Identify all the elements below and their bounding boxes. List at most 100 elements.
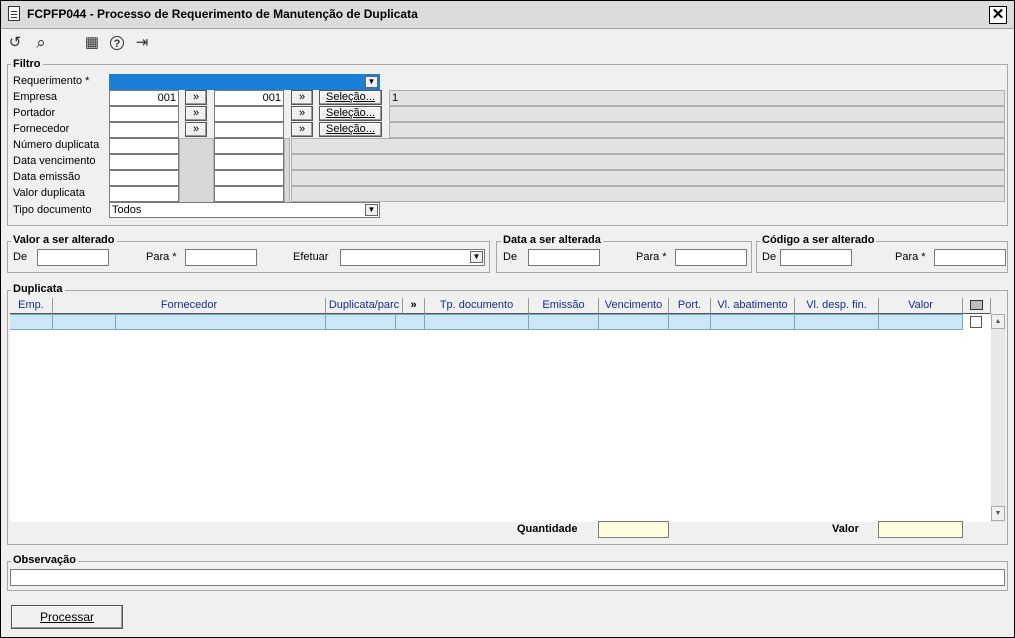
numero-duplicata-description	[291, 138, 1005, 154]
col-valor[interactable]: Valor	[879, 298, 963, 314]
chevron-down-icon[interactable]: ▼	[365, 204, 378, 216]
table-row-cell-fornecedor[interactable]	[116, 314, 326, 330]
fornecedor-from-input[interactable]	[109, 122, 179, 138]
portador-label: Portador	[13, 107, 56, 119]
data-para-input[interactable]	[675, 249, 747, 266]
table-row-cell-fornecedor-code[interactable]	[53, 314, 116, 330]
table-row-cell-vl-abatimento[interactable]	[711, 314, 795, 330]
empresa-to-input[interactable]: 001	[214, 90, 284, 106]
codigo-alterado-legend: Código a ser alterado	[760, 234, 877, 246]
efetuar-select[interactable]: ▼	[340, 249, 485, 266]
col-fornecedor[interactable]: Fornecedor	[53, 298, 326, 314]
chevron-down-icon[interactable]: ▼	[470, 251, 483, 263]
valor-duplicata-from-input[interactable]	[109, 186, 179, 202]
portador-from-input[interactable]	[109, 106, 179, 122]
fornecedor-to-arrow-button[interactable]: »	[291, 122, 313, 137]
requerimento-select[interactable]: ▼	[109, 74, 380, 90]
data-de-label: De	[503, 251, 518, 263]
observacao-legend: Observação	[11, 554, 78, 566]
grid-scrollbar[interactable]	[991, 314, 1005, 522]
quantidade-label: Quantidade	[517, 523, 578, 535]
select-all-checkbox[interactable]	[970, 300, 983, 310]
scroll-down-icon[interactable]: ▼	[991, 506, 1005, 521]
table-row-cell-valor[interactable]	[879, 314, 963, 330]
help-icon[interactable]: ?	[110, 36, 124, 50]
data-vencimento-to-input[interactable]	[214, 154, 284, 170]
tipo-documento-value: Todos	[112, 204, 142, 216]
valor-de-label: De	[13, 251, 28, 263]
data-para-label: Para *	[636, 251, 667, 263]
col-expand-button[interactable]: »	[403, 298, 425, 314]
row-checkbox[interactable]	[970, 316, 982, 328]
observacao-input[interactable]	[10, 569, 1005, 586]
empresa-to-arrow-button[interactable]: »	[291, 90, 313, 105]
empresa-from-input[interactable]: 001	[109, 90, 179, 106]
undo-icon[interactable]: ↺	[6, 34, 24, 52]
document-icon	[8, 6, 20, 21]
col-emp[interactable]: Emp.	[10, 298, 53, 314]
codigo-de-input[interactable]	[780, 249, 852, 266]
codigo-de-label: De	[762, 251, 777, 263]
data-vencimento-description	[291, 154, 1005, 170]
window-title: FCPFP044 - Processo de Requerimento de M…	[27, 7, 418, 21]
valor-de-input[interactable]	[37, 249, 109, 266]
codigo-para-input[interactable]	[934, 249, 1006, 266]
col-port[interactable]: Port.	[669, 298, 711, 314]
data-vencimento-from-input[interactable]	[109, 154, 179, 170]
close-button[interactable]: ✕	[989, 6, 1007, 24]
valor-alterado-legend: Valor a ser alterado	[11, 234, 117, 246]
portador-selecao-button[interactable]: Seleção...	[319, 106, 382, 121]
empresa-label: Empresa	[13, 91, 58, 103]
empresa-arrow-button[interactable]: »	[185, 90, 207, 105]
table-row-cell-emissao[interactable]	[529, 314, 599, 330]
portador-to-input[interactable]	[214, 106, 284, 122]
chevron-down-icon[interactable]: ▼	[365, 76, 378, 88]
table-row-cell-vl-desp-fin[interactable]	[795, 314, 879, 330]
duplicata-grid	[10, 298, 991, 522]
table-row-cell-port[interactable]	[669, 314, 711, 330]
numero-duplicata-to-input[interactable]	[214, 138, 284, 154]
codigo-para-label: Para *	[895, 251, 926, 263]
data-emissao-label: Data emissão	[13, 171, 81, 183]
table-row-cell-parc[interactable]	[396, 314, 425, 330]
col-vl-abatimento[interactable]: Vl. abatimento	[711, 298, 795, 314]
numero-duplicata-from-input[interactable]	[109, 138, 179, 154]
total-valor-value	[878, 521, 963, 538]
data-alterada-legend: Data a ser alterada	[501, 234, 603, 246]
portador-to-arrow-button[interactable]: »	[291, 106, 313, 121]
fornecedor-selecao-button[interactable]: Seleção...	[319, 122, 382, 137]
data-emissao-from-input[interactable]	[109, 170, 179, 186]
col-tp-documento[interactable]: Tp. documento	[425, 298, 529, 314]
valor-para-input[interactable]	[185, 249, 257, 266]
table-row-cell-duplicata[interactable]	[326, 314, 396, 330]
col-select-all[interactable]	[963, 298, 991, 314]
empresa-selecao-button[interactable]: Seleção...	[319, 90, 382, 105]
processar-button[interactable]: Processar	[11, 605, 123, 629]
title-bar: FCPFP044 - Processo de Requerimento de M…	[1, 1, 1014, 29]
requerimento-label: Requerimento *	[13, 75, 90, 87]
exit-icon[interactable]: ⇥	[133, 34, 151, 52]
col-vl-desp-fin[interactable]: Vl. desp. fin.	[795, 298, 879, 314]
fornecedor-to-input[interactable]	[214, 122, 284, 138]
data-emissao-to-input[interactable]	[214, 170, 284, 186]
portador-arrow-button[interactable]: »	[185, 106, 207, 121]
valor-duplicata-to-input[interactable]	[214, 186, 284, 202]
col-emissao[interactable]: Emissão	[529, 298, 599, 314]
search-icon[interactable]: ⌕	[32, 34, 50, 52]
fornecedor-description	[389, 122, 1005, 138]
processar-label: Processar	[39, 610, 95, 624]
filtro-legend: Filtro	[11, 58, 43, 70]
range-separator	[179, 138, 214, 203]
calendar-icon[interactable]: ▦	[83, 34, 101, 52]
col-vencimento[interactable]: Vencimento	[599, 298, 669, 314]
table-row-cell-vencimento[interactable]	[599, 314, 669, 330]
main-window: FCPFP044 - Processo de Requerimento de M…	[0, 0, 1015, 638]
data-de-input[interactable]	[528, 249, 600, 266]
tipo-documento-select[interactable]: Todos ▼	[109, 202, 380, 218]
table-row-cell-tp-documento[interactable]	[425, 314, 529, 330]
col-duplicata-parc[interactable]: Duplicata/parc	[326, 298, 403, 314]
data-vencimento-label: Data vencimento	[13, 155, 96, 167]
scroll-up-icon[interactable]: ▲	[991, 314, 1005, 329]
fornecedor-arrow-button[interactable]: »	[185, 122, 207, 137]
table-row-cell-emp[interactable]	[10, 314, 53, 330]
